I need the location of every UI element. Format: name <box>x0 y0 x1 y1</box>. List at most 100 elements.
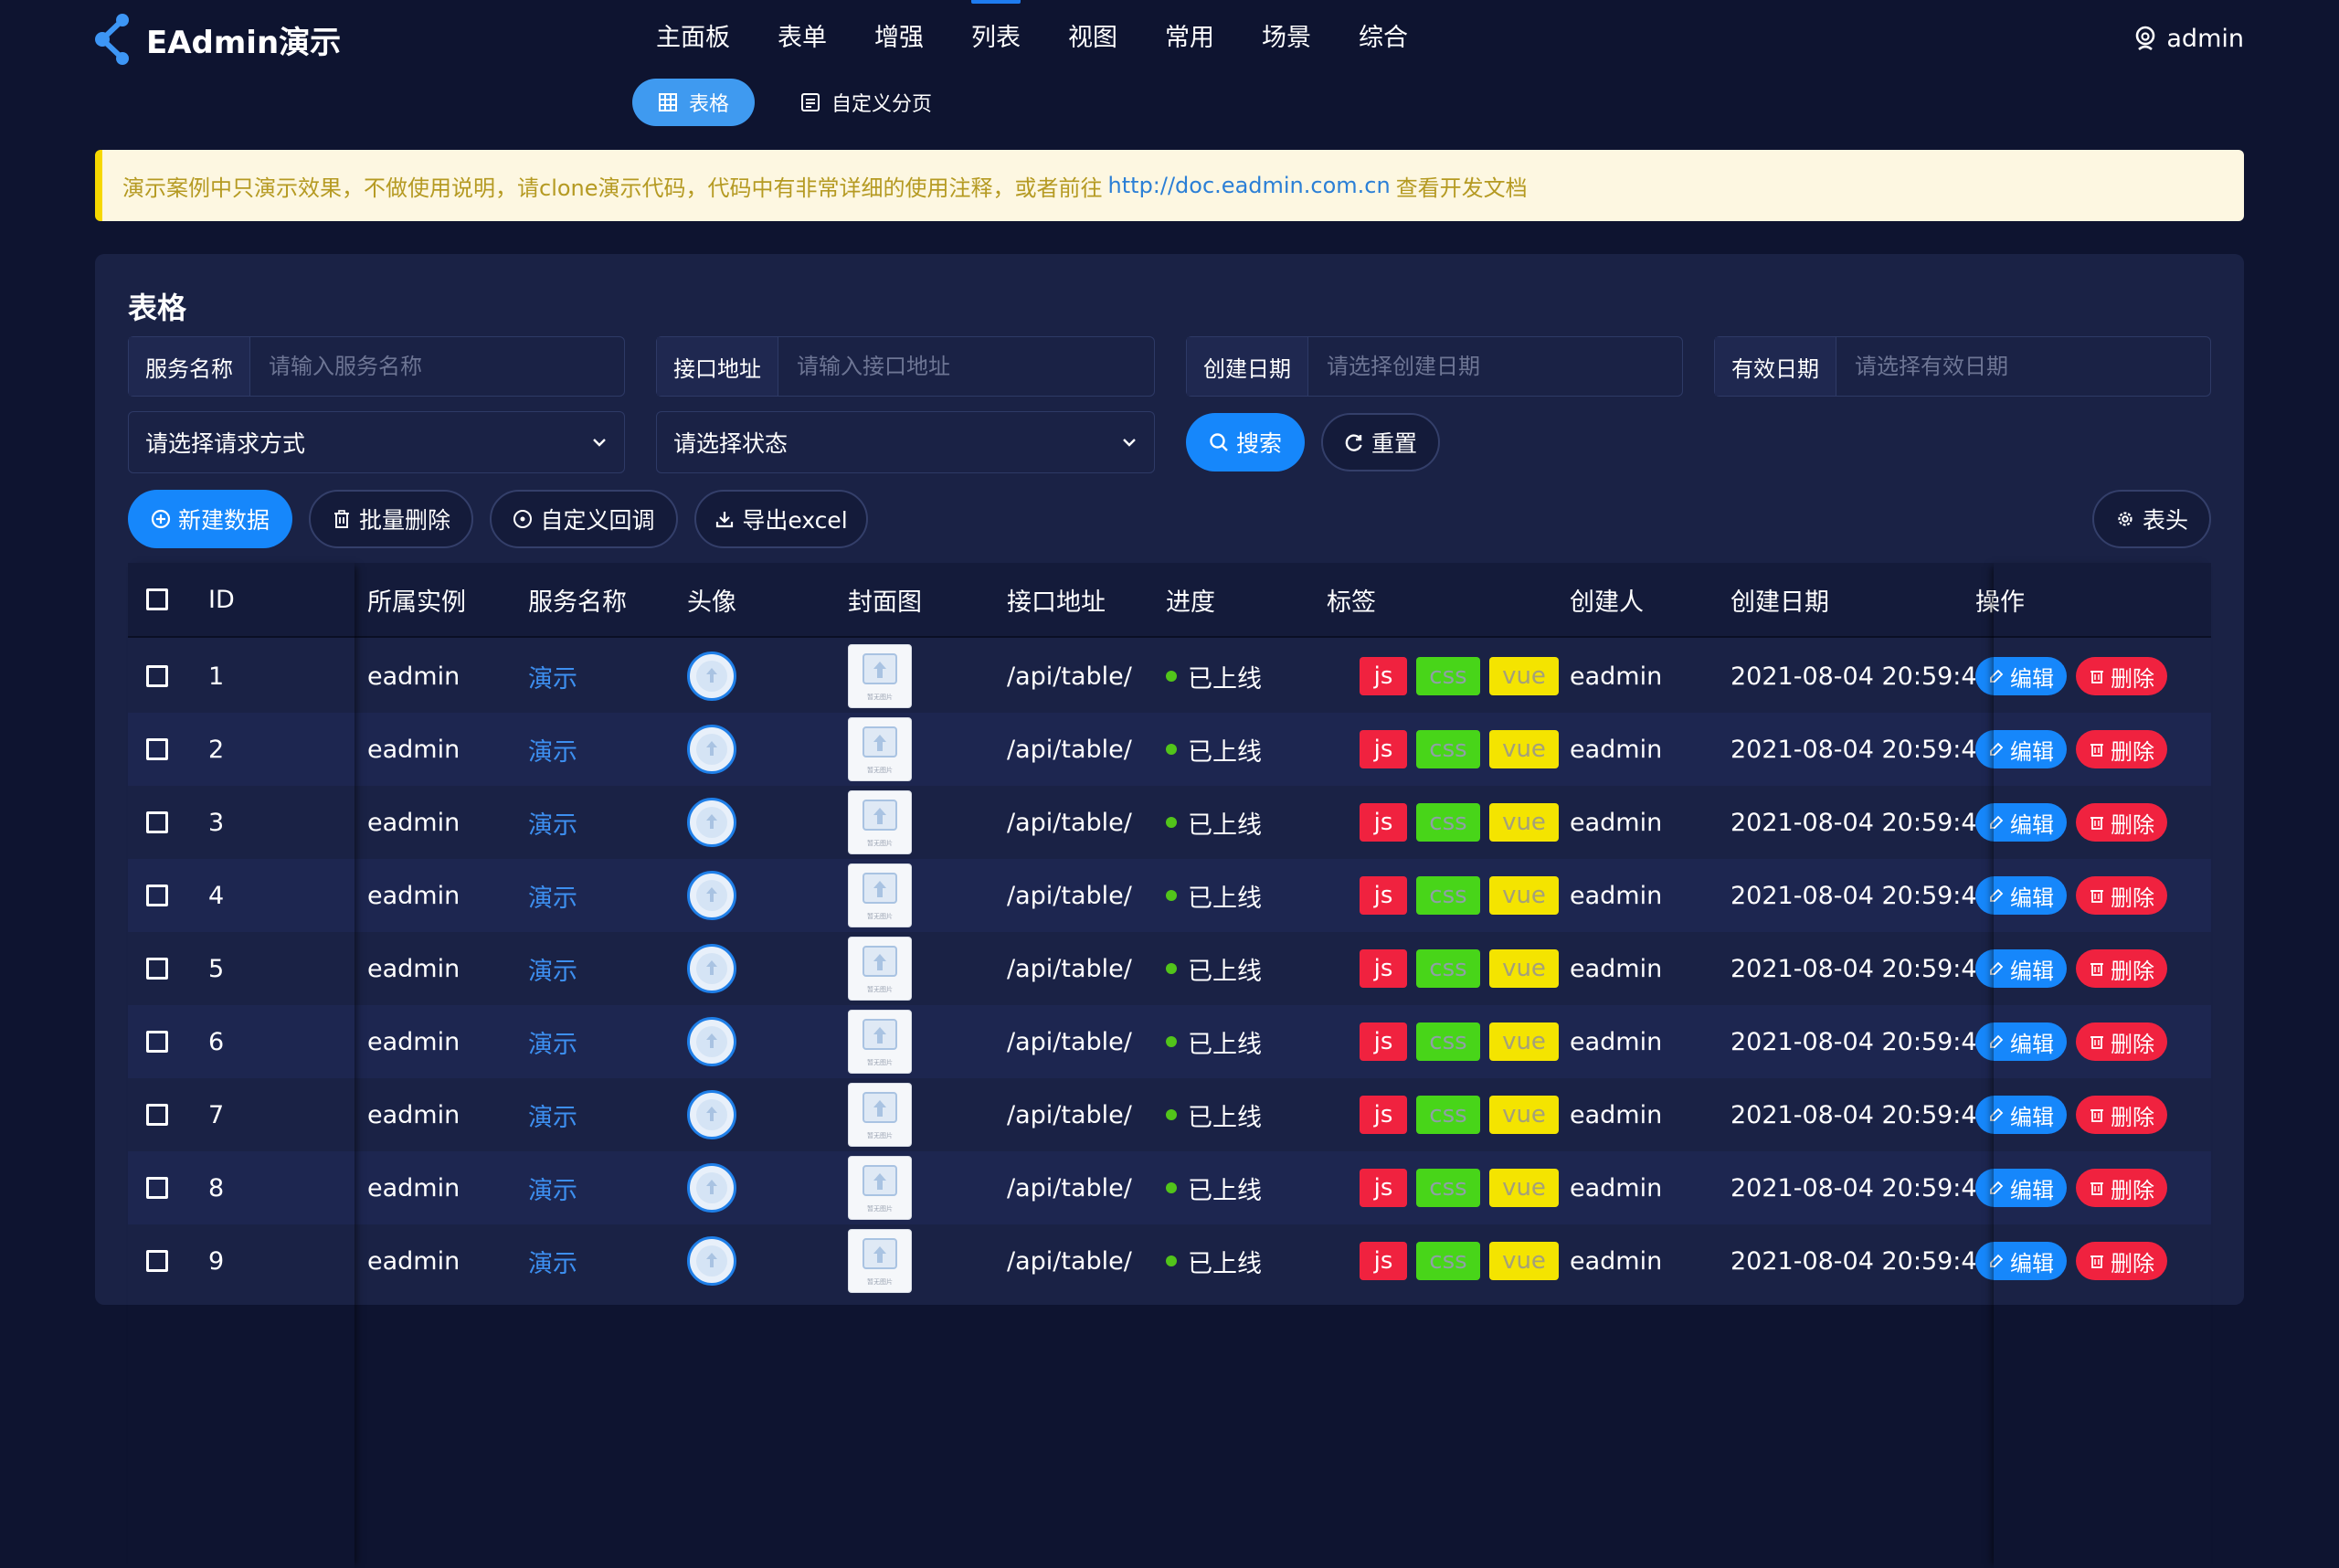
avatar[interactable] <box>687 1017 736 1066</box>
avatar[interactable] <box>687 871 736 920</box>
cell-service-link[interactable]: 演示 <box>528 1151 577 1224</box>
avatar[interactable] <box>687 944 736 993</box>
user-menu[interactable]: admin <box>2133 0 2244 77</box>
row-checkbox[interactable] <box>146 1250 168 1272</box>
header-progress[interactable]: 进度 <box>1166 563 1215 636</box>
nav-item-scenes[interactable]: 场景 <box>1238 0 1335 77</box>
edit-button[interactable]: 编辑 <box>1975 803 2067 842</box>
cell-service-link[interactable]: 演示 <box>528 1005 577 1078</box>
cover-image[interactable]: 暂无图片 <box>848 937 912 1001</box>
header-instance[interactable]: 所属实例 <box>367 563 466 636</box>
avatar[interactable] <box>687 1090 736 1139</box>
delete-button[interactable]: 删除 <box>2076 876 2167 915</box>
tab-custom-pagination[interactable]: 自定义分页 <box>775 79 958 126</box>
cell-service-link[interactable]: 演示 <box>528 640 577 713</box>
edit-button[interactable]: 编辑 <box>1975 657 2067 695</box>
row-checkbox[interactable] <box>146 811 168 833</box>
reset-button[interactable]: 重置 <box>1321 413 1440 471</box>
avatar[interactable] <box>687 725 736 774</box>
cell-service-link[interactable]: 演示 <box>528 786 577 859</box>
custom-callback-button[interactable]: 自定义回调 <box>490 490 678 548</box>
row-checkbox[interactable] <box>146 738 168 760</box>
edit-button[interactable]: 编辑 <box>1975 949 2067 988</box>
cell-service-link[interactable]: 演示 <box>528 1224 577 1298</box>
edit-button[interactable]: 编辑 <box>1975 1242 2067 1280</box>
delete-button[interactable]: 删除 <box>2076 949 2167 988</box>
row-checkbox[interactable] <box>146 958 168 980</box>
avatar[interactable] <box>687 798 736 847</box>
avatar[interactable] <box>687 1163 736 1213</box>
cover-image[interactable]: 暂无图片 <box>848 1156 912 1220</box>
delete-button[interactable]: 删除 <box>2076 1169 2167 1207</box>
row-checkbox[interactable] <box>146 1177 168 1199</box>
cell-service-link[interactable]: 演示 <box>528 932 577 1005</box>
docs-link[interactable]: http://doc.eadmin.com.cn <box>1108 173 1391 198</box>
header-api[interactable]: 接口地址 <box>1007 563 1106 636</box>
delete-button[interactable]: 删除 <box>2076 803 2167 842</box>
nav-item-list[interactable]: 列表 <box>947 0 1044 77</box>
search-button[interactable]: 搜索 <box>1186 413 1305 471</box>
trash-icon <box>2090 890 2103 903</box>
cover-image[interactable]: 暂无图片 <box>848 717 912 781</box>
nav-item-dashboard[interactable]: 主面板 <box>632 0 754 77</box>
nav-item-forms[interactable]: 表单 <box>754 0 851 77</box>
delete-button[interactable]: 删除 <box>2076 730 2167 768</box>
header-tags[interactable]: 标签 <box>1327 563 1376 636</box>
cover-image[interactable]: 暂无图片 <box>848 1229 912 1293</box>
nav-item-views[interactable]: 视图 <box>1044 0 1141 77</box>
avatar[interactable] <box>687 1236 736 1286</box>
select-all-checkbox[interactable] <box>146 588 168 610</box>
cover-image[interactable]: 暂无图片 <box>848 1083 912 1147</box>
batch-delete-button[interactable]: 批量删除 <box>309 490 473 548</box>
table-row: 1 eadmin 演示 暂无图片 /api/table/ 已上线 js css … <box>128 640 2211 713</box>
edit-button[interactable]: 编辑 <box>1975 876 2067 915</box>
row-checkbox[interactable] <box>146 1031 168 1053</box>
nav-item-enhance[interactable]: 增强 <box>851 0 947 77</box>
cell-service-link[interactable]: 演示 <box>528 1078 577 1151</box>
cell-service-link[interactable]: 演示 <box>528 859 577 932</box>
header-cover[interactable]: 封面图 <box>848 563 922 636</box>
api-address-input[interactable] <box>778 337 1154 396</box>
export-excel-button[interactable]: 导出excel <box>694 490 868 548</box>
header-creator[interactable]: 创建人 <box>1570 563 1644 636</box>
edit-button[interactable]: 编辑 <box>1975 1022 2067 1061</box>
cover-image[interactable]: 暂无图片 <box>848 644 912 708</box>
created-date-input[interactable] <box>1308 337 1682 396</box>
edit-button[interactable]: 编辑 <box>1975 730 2067 768</box>
nav-item-common[interactable]: 常用 <box>1141 0 1238 77</box>
columns-button[interactable]: 表头 <box>2092 490 2211 548</box>
service-name-input[interactable] <box>250 337 624 396</box>
header-id[interactable]: ID <box>208 563 235 636</box>
row-checkbox[interactable] <box>146 665 168 687</box>
cell-service-link[interactable]: 演示 <box>528 713 577 786</box>
request-method-select[interactable]: 请选择请求方式 <box>128 411 625 473</box>
header-created[interactable]: 创建日期 <box>1730 563 1829 636</box>
cell-progress: 已上线 <box>1166 932 1262 1005</box>
cell-progress: 已上线 <box>1166 1005 1262 1078</box>
edit-button[interactable]: 编辑 <box>1975 1096 2067 1134</box>
row-checkbox[interactable] <box>146 885 168 906</box>
cell-progress: 已上线 <box>1166 1224 1262 1298</box>
delete-button[interactable]: 删除 <box>2076 1096 2167 1134</box>
cell-creator: eadmin <box>1570 808 1663 837</box>
edit-button[interactable]: 编辑 <box>1975 1169 2067 1207</box>
delete-button[interactable]: 删除 <box>2076 657 2167 695</box>
status-select[interactable]: 请选择状态 <box>656 411 1155 473</box>
valid-date-input[interactable] <box>1836 337 2210 396</box>
delete-button[interactable]: 删除 <box>2076 1022 2167 1061</box>
delete-button[interactable]: 删除 <box>2076 1242 2167 1280</box>
nav-item-general[interactable]: 综合 <box>1335 0 1432 77</box>
cover-image[interactable]: 暂无图片 <box>848 790 912 854</box>
logo[interactable]: EAdmin演示 <box>95 13 341 66</box>
header-avatar[interactable]: 头像 <box>687 563 736 636</box>
tag-js: js <box>1360 730 1407 768</box>
cover-image[interactable]: 暂无图片 <box>848 863 912 927</box>
avatar[interactable] <box>687 652 736 701</box>
new-data-button[interactable]: 新建数据 <box>128 490 292 548</box>
edit-label: 编辑 <box>2010 958 2054 984</box>
notice-text-after: 查看开发文档 <box>1395 175 1528 201</box>
cover-image[interactable]: 暂无图片 <box>848 1010 912 1074</box>
header-service[interactable]: 服务名称 <box>528 563 627 636</box>
tab-table[interactable]: 表格 <box>632 79 756 126</box>
row-checkbox[interactable] <box>146 1104 168 1126</box>
